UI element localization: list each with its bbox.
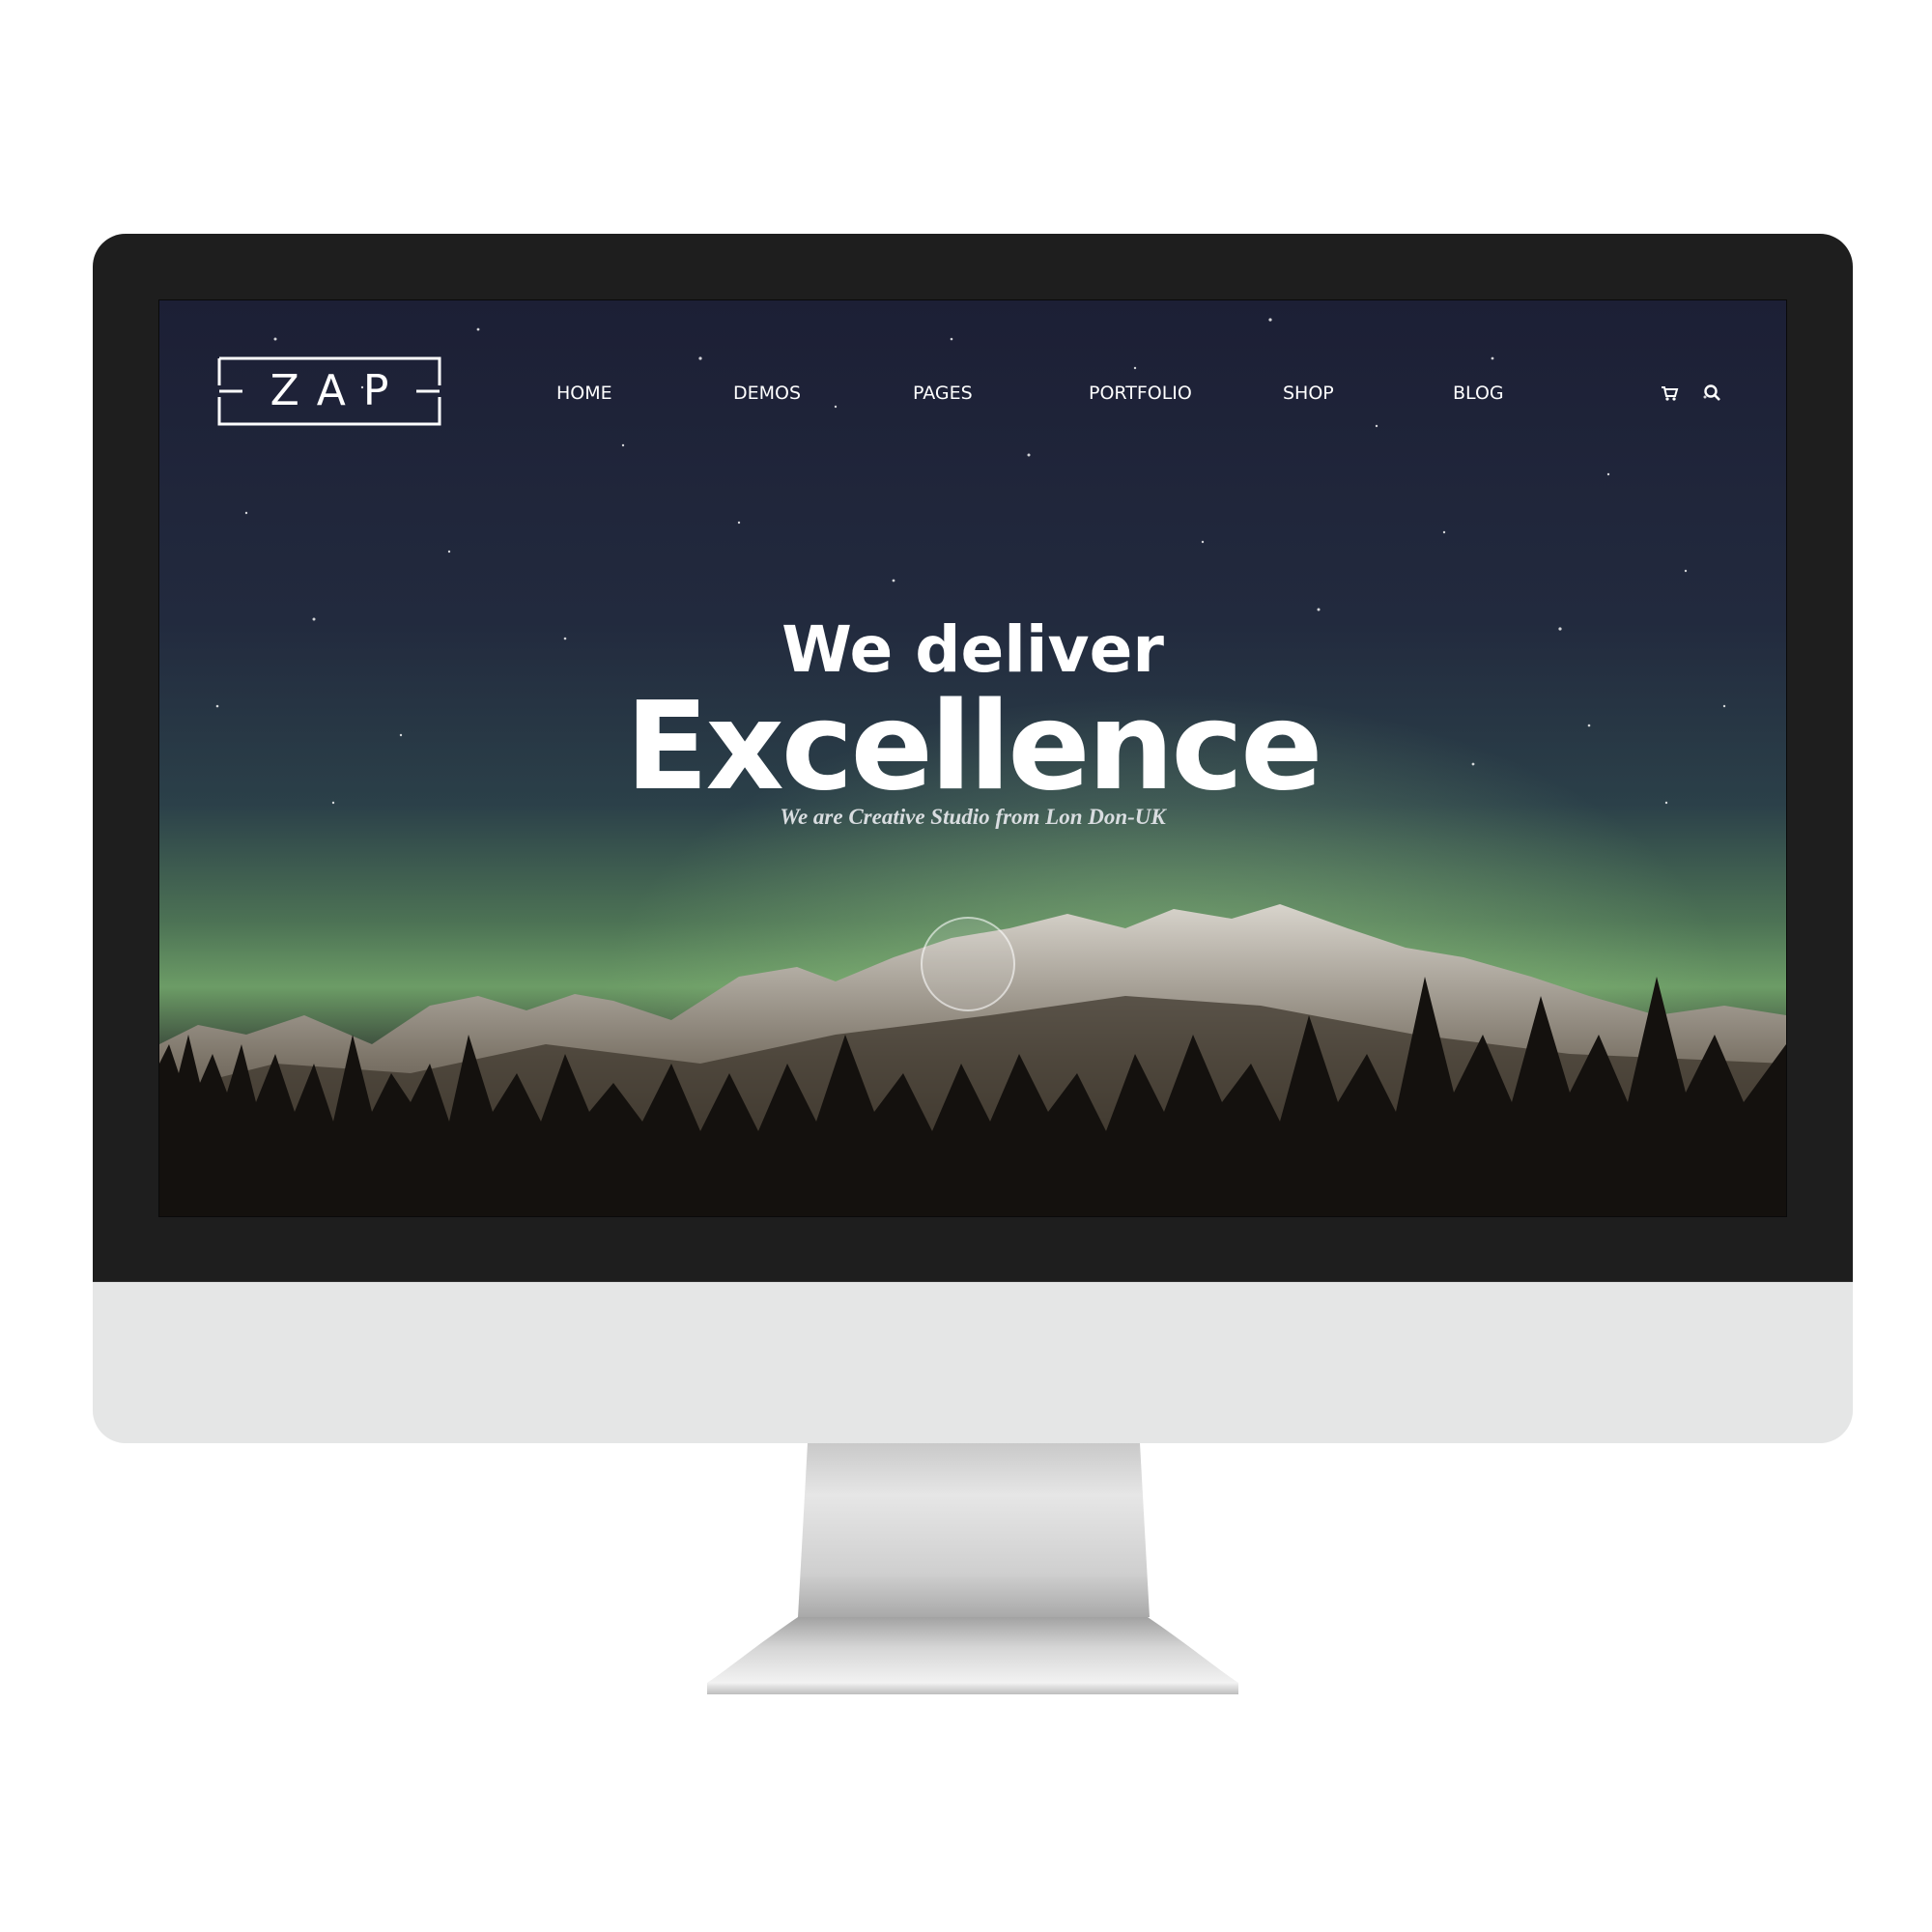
nav-item-home[interactable]: HOME	[556, 374, 612, 412]
monitor-base	[707, 1617, 1238, 1694]
nav-item-portfolio[interactable]: PORTFOLIO	[1089, 374, 1192, 412]
nav-item-demos[interactable]: DEMOS	[733, 374, 801, 412]
scroll-down-button[interactable]	[921, 917, 1015, 1011]
cart-icon[interactable]	[1660, 384, 1679, 403]
monitor-bezel: ZAP HOME DEMOS PAGES PORTFOLIO SHOP BLOG	[93, 234, 1853, 1282]
nav-item-pages[interactable]: PAGES	[913, 374, 973, 412]
hero-subtitle: We are Creative Studio from Lon Don-UK	[780, 805, 1166, 829]
monitor-stand	[798, 1443, 1150, 1617]
nav-item-blog[interactable]: BLOG	[1453, 374, 1504, 412]
hero-heading-large: Excellence	[625, 675, 1322, 817]
monitor-chin	[93, 1282, 1853, 1443]
search-icon[interactable]	[1703, 384, 1722, 403]
nav-item-shop[interactable]: SHOP	[1283, 374, 1334, 412]
imac-monitor: ZAP HOME DEMOS PAGES PORTFOLIO SHOP BLOG	[93, 234, 1853, 1443]
main-navigation: HOME DEMOS PAGES PORTFOLIO SHOP BLOG	[159, 374, 1786, 412]
website-screen: ZAP HOME DEMOS PAGES PORTFOLIO SHOP BLOG	[158, 299, 1787, 1217]
